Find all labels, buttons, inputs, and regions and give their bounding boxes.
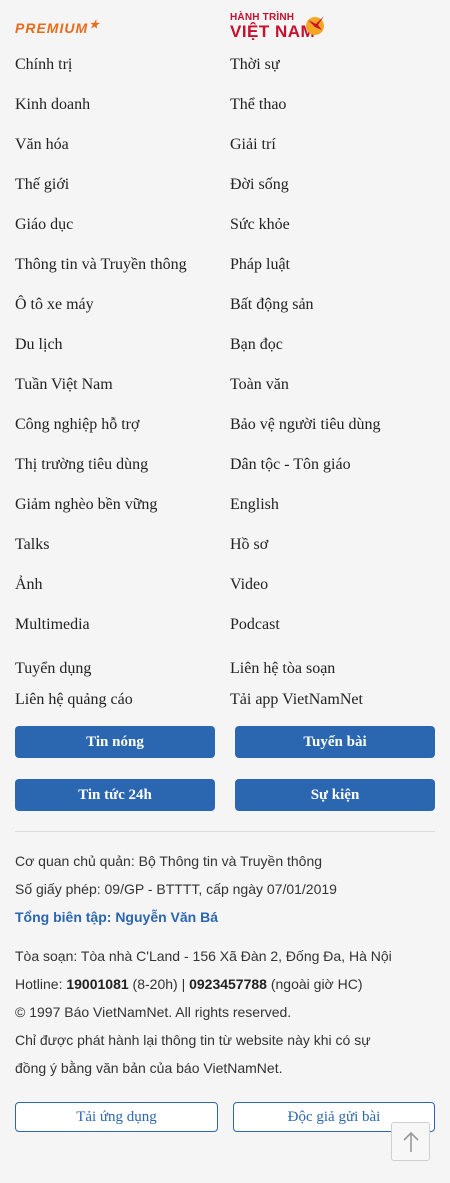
nav-item[interactable]: Đời sống	[230, 174, 289, 196]
nav-item[interactable]: Giảm nghèo bền vững	[15, 494, 157, 516]
nav-item[interactable]: Liên hệ tòa soạn	[230, 658, 335, 680]
download-app-button[interactable]: Tải ứng dụng	[15, 1102, 218, 1132]
nav-item[interactable]: Podcast	[230, 614, 280, 636]
footer-logos: PREMIUM★ HÀNH TRÌNH VIỆT NAM	[15, 8, 435, 48]
nav-item[interactable]: Tải app VietNamNet	[230, 689, 363, 711]
hotline-info: Hotline: 19001081 (8-20h) | 0923457788 (…	[15, 974, 363, 994]
nav-item[interactable]: Multimedia	[15, 614, 90, 636]
nav-item[interactable]: Thời sự	[230, 54, 280, 76]
license-info: Số giấy phép: 09/GP - BTTTT, cấp ngày 07…	[15, 881, 337, 897]
nav-item[interactable]: Thị trường tiêu dùng	[15, 454, 148, 476]
nav-item[interactable]: Thể thao	[230, 94, 286, 116]
nav-item[interactable]: Toàn văn	[230, 374, 289, 396]
hotline-note-1: (8-20h) |	[128, 976, 190, 992]
editor-in-chief: Tổng biên tập: Nguyễn Văn Bá	[15, 909, 219, 925]
address-info: Tòa soạn: Tòa nhà C'Land - 156 Xã Đàn 2,…	[15, 948, 392, 964]
nav-item[interactable]: Giải trí	[230, 134, 276, 156]
nav-item[interactable]: Chính trị	[15, 54, 72, 76]
nav-item[interactable]: Thông tin và Truyền thông	[15, 254, 187, 276]
nav-item[interactable]: Kinh doanh	[15, 94, 90, 116]
nav-item[interactable]: Bảo vệ người tiêu dùng	[230, 414, 380, 436]
events-button[interactable]: Sự kiện	[235, 779, 435, 811]
nav-item[interactable]: Liên hệ quảng cáo	[15, 689, 133, 711]
nav-item[interactable]: Giáo dục	[15, 214, 73, 236]
hanh-trinh-viet-nam-logo[interactable]: HÀNH TRÌNH VIỆT NAM	[230, 12, 324, 41]
article-series-button[interactable]: Tuyến bài	[235, 726, 435, 758]
nav-item[interactable]: Video	[230, 574, 268, 596]
news-24h-button[interactable]: Tin tức 24h	[15, 779, 215, 811]
nav-item[interactable]: Bạn đọc	[230, 334, 283, 356]
premium-star-icon: ★	[89, 19, 100, 31]
nav-item[interactable]: Ô tô xe máy	[15, 294, 94, 316]
hotline-number-1[interactable]: 19001081	[66, 976, 128, 992]
nav-item[interactable]: Tuần Việt Nam	[15, 374, 113, 396]
nav-item[interactable]: Tuyển dụng	[15, 658, 91, 680]
nav-item[interactable]: English	[230, 494, 279, 516]
arrow-up-icon	[402, 1131, 419, 1152]
copyright-info: © 1997 Báo VietNamNet. All rights reserv…	[15, 1004, 292, 1020]
htvn-logo-bottom: VIỆT NAM	[230, 22, 316, 41]
republish-notice-line1: Chỉ được phát hành lại thông tin từ webs…	[15, 1032, 371, 1048]
hotline-note-2: (ngoài giờ HC)	[266, 976, 363, 992]
scroll-to-top-button[interactable]	[391, 1122, 430, 1161]
hotline-number-2[interactable]: 0923457788	[189, 976, 267, 992]
nav-item[interactable]: Bất động sản	[230, 294, 314, 316]
hotline-label: Hotline:	[15, 976, 67, 992]
premium-logo[interactable]: PREMIUM★	[15, 19, 100, 36]
footer-divider	[15, 831, 435, 832]
nav-item[interactable]: Pháp luật	[230, 254, 290, 276]
nav-item[interactable]: Thế giới	[15, 174, 69, 196]
owner-info: Cơ quan chủ quản: Bộ Thông tin và Truyền…	[15, 853, 323, 869]
republish-notice-line2: đồng ý bằng văn bản của báo VietNamNet.	[15, 1060, 283, 1076]
nav-item[interactable]: Công nghiệp hỗ trợ	[15, 414, 139, 436]
nav-item[interactable]: Du lịch	[15, 334, 63, 356]
nav-item[interactable]: Hồ sơ	[230, 534, 268, 556]
hot-news-button[interactable]: Tin nóng	[15, 726, 215, 758]
premium-logo-text: PREMIUM	[15, 20, 89, 36]
sun-bird-icon	[306, 16, 324, 35]
nav-item[interactable]: Dân tộc - Tôn giáo	[230, 454, 351, 476]
nav-item[interactable]: Sức khỏe	[230, 214, 290, 236]
nav-item[interactable]: Văn hóa	[15, 134, 69, 156]
nav-item[interactable]: Ảnh	[15, 574, 43, 596]
nav-item[interactable]: Talks	[15, 534, 49, 556]
